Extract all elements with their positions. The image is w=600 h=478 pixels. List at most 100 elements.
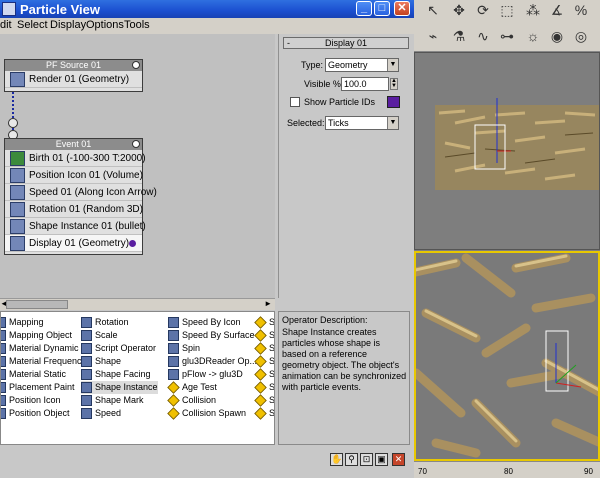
menu-edit[interactable]: dit: [0, 19, 12, 31]
depot-item[interactable]: Shape: [81, 355, 121, 368]
snap-icon[interactable]: ⁂: [522, 0, 544, 20]
operator-display[interactable]: Display 01 (Geometry): [5, 235, 142, 252]
operator-position-icon[interactable]: Position Icon 01 (Volume): [5, 167, 143, 184]
maximize-button[interactable]: □: [374, 1, 390, 16]
schematic-icon[interactable]: ⊶: [496, 26, 518, 46]
dropdown-arrow-icon: ▼: [387, 59, 398, 71]
depot-item[interactable]: S: [254, 355, 274, 368]
operator-icon: [168, 343, 179, 354]
zoom-extents-icon[interactable]: ▣: [375, 453, 388, 466]
type-dropdown[interactable]: Geometry ▼: [325, 58, 399, 72]
operator-shape-instance[interactable]: Shape Instance 01 (bullet): [5, 218, 146, 235]
move-icon[interactable]: ✥: [448, 0, 470, 20]
no-zoom-icon[interactable]: ✕: [392, 453, 405, 466]
event-node[interactable]: Event 01 Birth 01 (-100-300 T:2000) Posi…: [4, 138, 157, 255]
depot-item[interactable]: Shape Mark: [81, 394, 144, 407]
depot-item[interactable]: Position Icon: [1, 394, 61, 407]
scroll-thumb[interactable]: [6, 300, 68, 309]
operator-render[interactable]: Render 01 (Geometry): [5, 71, 142, 88]
display-rollout-header[interactable]: - Display 01: [283, 37, 409, 49]
angle-snap-icon[interactable]: ∡: [546, 0, 568, 20]
particle-diagram[interactable]: PF Source 01 Render 01 (Geometry) Event …: [0, 34, 275, 298]
operator-speed[interactable]: Speed 01 (Along Icon Arrow): [5, 184, 157, 201]
render-setup-icon[interactable]: ⌁: [422, 26, 444, 46]
pf-source-node[interactable]: PF Source 01 Render 01 (Geometry): [4, 59, 143, 92]
test-icon: [254, 368, 267, 381]
depot-item[interactable]: S: [254, 407, 274, 420]
depot-item[interactable]: Shape Facing: [81, 368, 151, 381]
percent-snap-icon[interactable]: %: [570, 0, 592, 20]
selected-dropdown[interactable]: Ticks ▼: [325, 116, 399, 130]
operator-icon: [1, 343, 6, 354]
depot-item[interactable]: Placement Paint: [1, 381, 75, 394]
title-bar[interactable]: Particle View _ □ ✕: [0, 0, 414, 18]
viewport-perspective[interactable]: [414, 251, 600, 461]
test-icon: [167, 394, 180, 407]
source-output-connector[interactable]: [8, 118, 18, 128]
operator-icon: [81, 408, 92, 419]
curve-editor-icon[interactable]: ∿: [472, 26, 494, 46]
test-icon: [167, 407, 180, 420]
depot-item[interactable]: S: [254, 394, 274, 407]
depot-item[interactable]: Material Static: [1, 368, 66, 381]
depot-item[interactable]: Spin: [168, 342, 200, 355]
menu-options[interactable]: Options: [86, 19, 124, 31]
depot-item[interactable]: S: [254, 342, 274, 355]
depot-item[interactable]: Speed: [81, 407, 121, 420]
depot-item[interactable]: Mapping: [1, 316, 44, 329]
depot-item[interactable]: S: [254, 368, 274, 381]
light-icon[interactable]: [132, 140, 140, 148]
menu-tools[interactable]: Tools: [124, 19, 150, 31]
max-main-toolbar: ↖ ✥ ⟳ ⬚ ⁂ ∡ % ⌁ ⚗ ∿ ⊶ ☼ ◉ ◎: [414, 0, 600, 52]
pan-icon[interactable]: ✋: [330, 453, 343, 466]
depot-item[interactable]: Age Test: [167, 381, 217, 394]
depot-item[interactable]: Script Operator: [81, 342, 156, 355]
visible-spinner[interactable]: ▲ ▼: [390, 78, 398, 90]
depot-item[interactable]: Speed By Surface: [168, 329, 255, 342]
depot-item[interactable]: Collision Spawn: [167, 407, 246, 420]
zoom-region-icon[interactable]: ⊡: [360, 453, 373, 466]
menu-select[interactable]: Select: [17, 19, 48, 31]
depot-item[interactable]: Scale: [81, 329, 118, 342]
depot-item[interactable]: Rotation: [81, 316, 129, 329]
depot-item[interactable]: Material Dynamic: [1, 342, 79, 355]
render-type-icon[interactable]: ◎: [570, 26, 592, 46]
viewport-top[interactable]: [414, 52, 600, 250]
depot-item[interactable]: glu3DReader Op...: [168, 355, 257, 368]
timeline-tick-label: 80: [504, 467, 513, 476]
operator-birth[interactable]: Birth 01 (-100-300 T:2000): [5, 150, 146, 167]
quick-render-icon[interactable]: ◉: [546, 26, 568, 46]
material-editor-icon[interactable]: ⚗: [448, 26, 470, 46]
depot-item[interactable]: S: [254, 316, 274, 329]
scroll-right-icon[interactable]: ►: [264, 299, 272, 308]
show-particle-ids-label: Show Particle IDs: [304, 97, 376, 107]
depot-item[interactable]: Position Object: [1, 407, 70, 420]
display-color-swatch[interactable]: [387, 96, 400, 108]
rotate-icon[interactable]: ⟳: [472, 0, 494, 20]
light-icon[interactable]: [132, 61, 140, 69]
menu-display[interactable]: Display: [50, 19, 86, 31]
depot-item[interactable]: Collision: [167, 394, 216, 407]
operator-icon: [1, 408, 6, 419]
time-slider-ruler[interactable]: 70 80 90: [414, 461, 600, 478]
rollout-toggle[interactable]: -: [287, 38, 290, 49]
operator-rotation[interactable]: Rotation 01 (Random 3D): [5, 201, 143, 218]
depot-item[interactable]: Material Frequency: [1, 355, 86, 368]
minimize-button[interactable]: _: [356, 1, 372, 16]
depot-item[interactable]: S: [254, 381, 274, 394]
depot-item-selected[interactable]: Shape Instance: [81, 381, 158, 394]
rollout-title: Display 01: [324, 38, 368, 48]
depot-item[interactable]: S: [254, 329, 274, 342]
depot-scrollbar[interactable]: ◄ ►: [0, 298, 275, 310]
select-icon[interactable]: ↖: [422, 0, 444, 20]
visible-percent-field[interactable]: 100.0: [341, 77, 389, 91]
scale-icon[interactable]: ⬚: [496, 0, 518, 20]
depot-item[interactable]: pFlow -> glu3D: [168, 368, 243, 381]
zoom-icon[interactable]: ⚲: [345, 453, 358, 466]
depot-item[interactable]: Mapping Object: [1, 329, 72, 342]
close-button[interactable]: ✕: [394, 1, 410, 16]
depot-item[interactable]: Speed By Icon: [168, 316, 241, 329]
shape-instance-icon: [10, 219, 25, 234]
render-scene-icon[interactable]: ☼: [522, 26, 544, 46]
show-particle-ids-checkbox[interactable]: [290, 97, 300, 107]
